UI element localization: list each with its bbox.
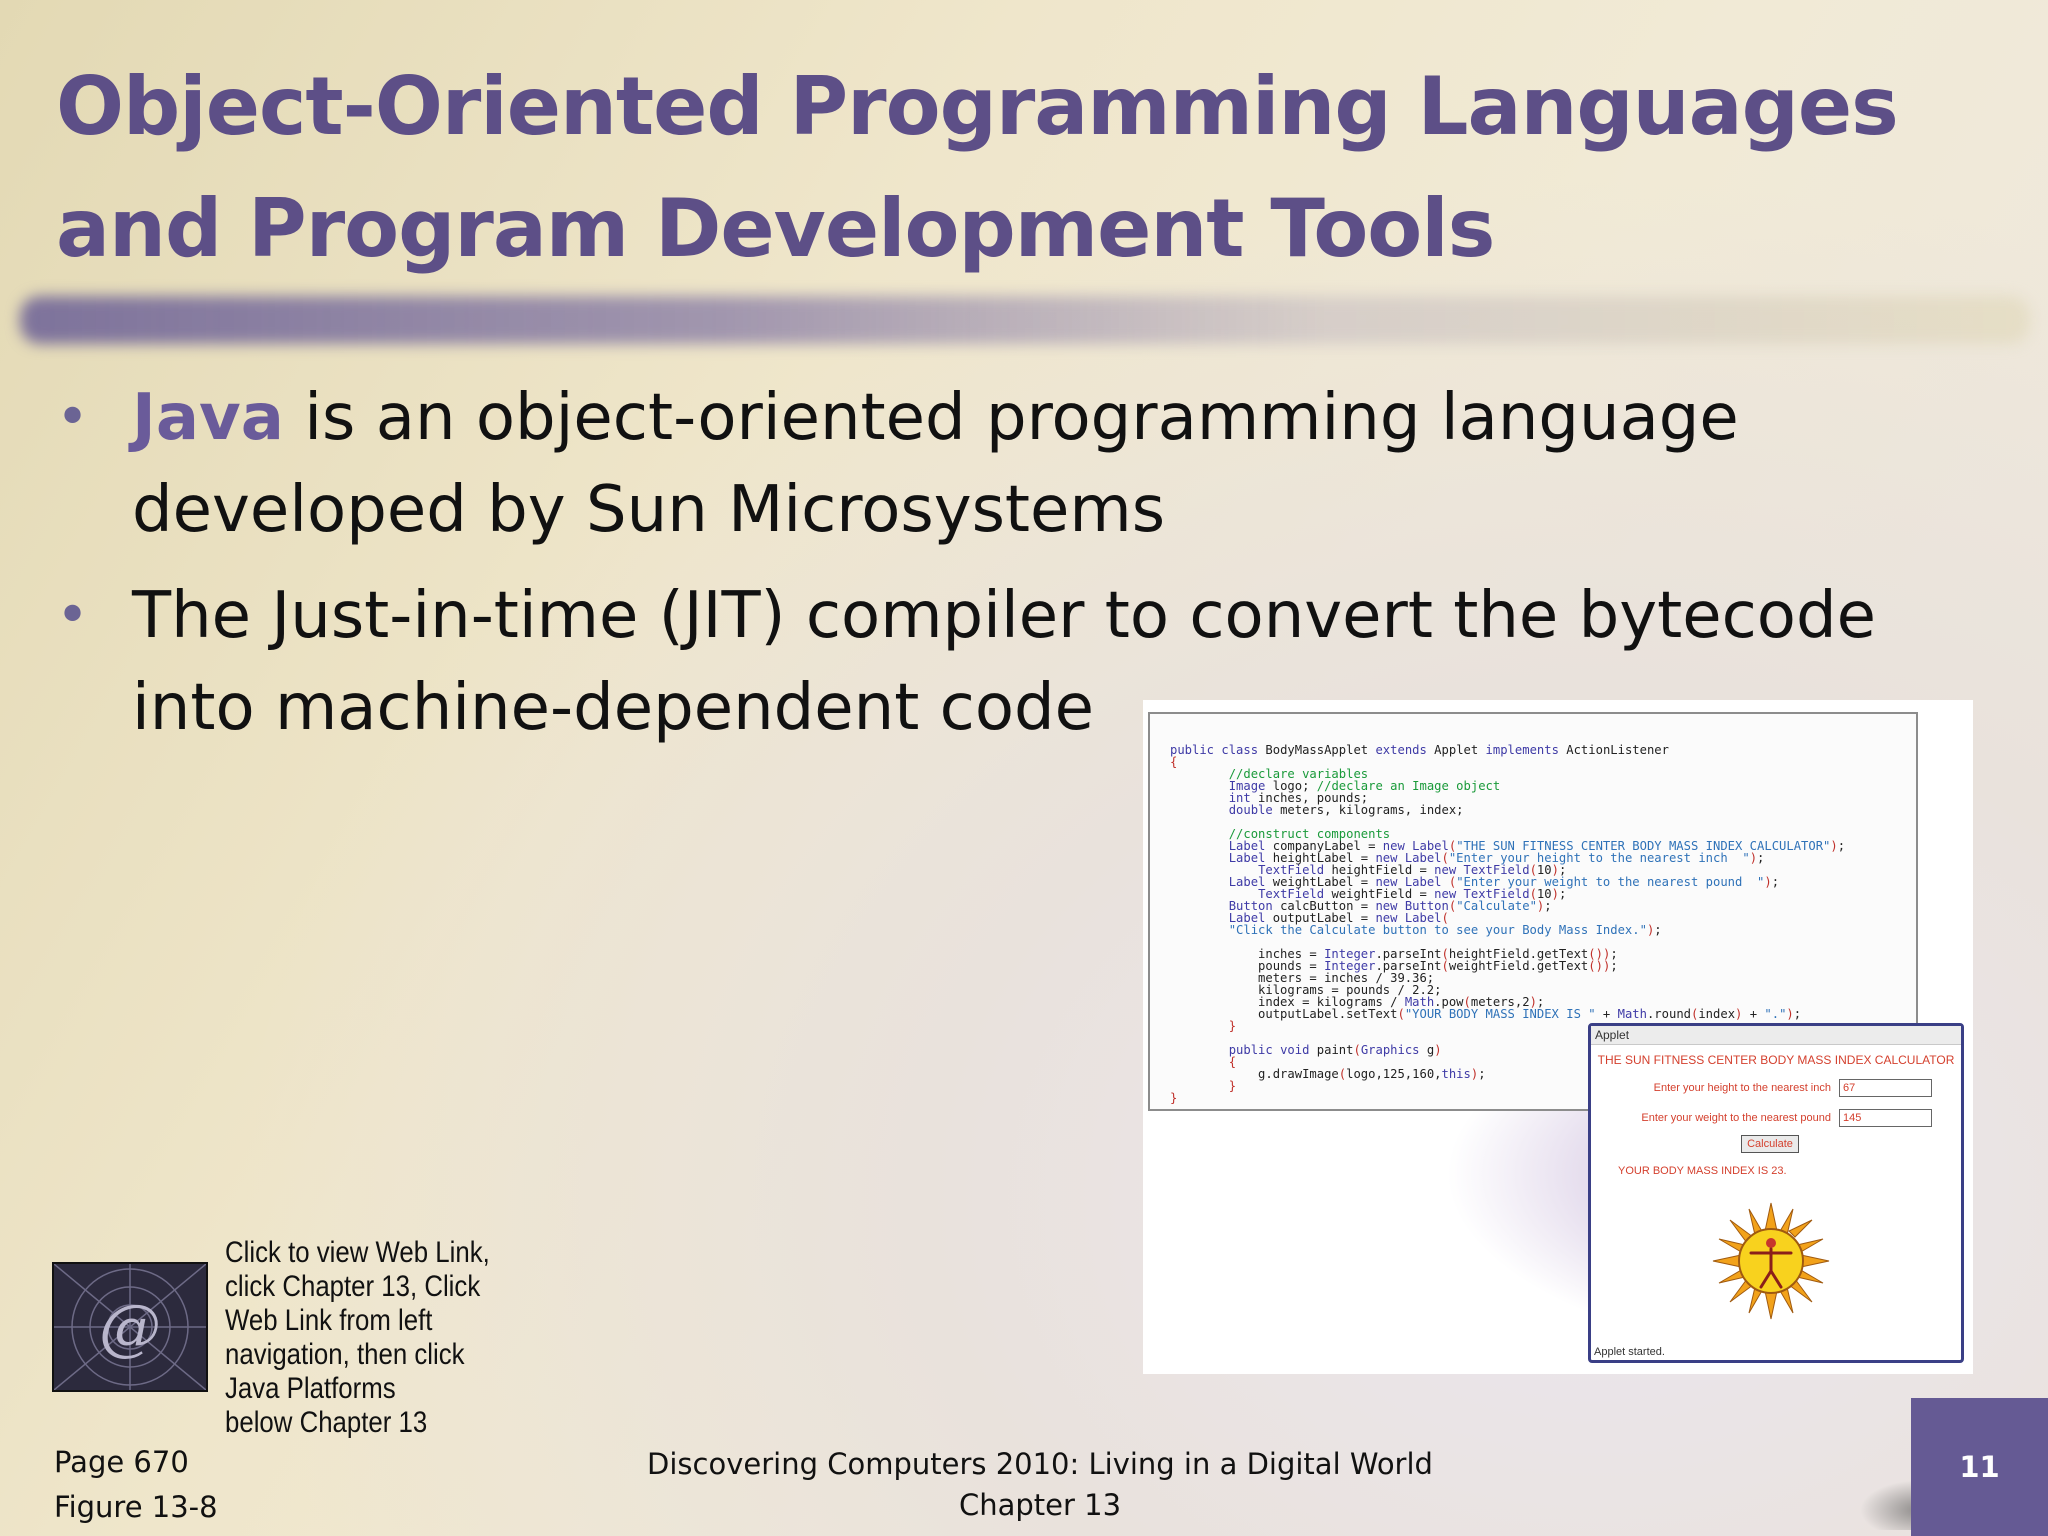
bullet-text: developed by Sun Microsystems (132, 473, 1166, 547)
page-number-text: Page 670 (54, 1445, 189, 1479)
applet-height-row: Enter your height to the nearest inch 67 (1591, 1079, 1961, 1097)
sun-fitness-logo-icon (1712, 1202, 1830, 1320)
weight-label: Enter your weight to the nearest pound (1641, 1112, 1831, 1124)
weight-field[interactable]: 145 (1839, 1109, 1932, 1127)
height-label: Enter your height to the nearest inch (1653, 1082, 1831, 1094)
bullet-list: • Java is an object-oriented programming… (56, 372, 1986, 754)
page-reference: Page 670 Figure 13-8 (54, 1440, 218, 1530)
chapter-label: Chapter 13 (958, 1488, 1122, 1522)
applet-status: Applet started. (1594, 1346, 1665, 1358)
slide-title: Object-Oriented Programming Languages an… (56, 46, 1956, 290)
bullet-text: The Just-in-time (JIT) compiler to conve… (132, 579, 1876, 653)
bullet-text: into machine-dependent code (132, 671, 1094, 745)
web-link-line: navigation, then click (225, 1338, 465, 1371)
bullet-java: • Java is an object-oriented programming… (56, 372, 1986, 556)
height-field[interactable]: 67 (1839, 1079, 1932, 1097)
web-link-line: Click to view Web Link, (225, 1236, 490, 1269)
slide-title-line-2: and Program Development Tools (56, 182, 1495, 275)
bullet-text: is an object-oriented programming langua… (283, 381, 1739, 455)
applet-weight-row: Enter your weight to the nearest pound 1… (1591, 1109, 1961, 1127)
bullet-glyph: • (56, 385, 90, 450)
title-divider (20, 296, 2030, 344)
at-sign-web-icon[interactable]: @ (52, 1262, 208, 1392)
bullet-highlight-java: Java (132, 381, 284, 455)
web-link-line: Java Platforms (225, 1372, 396, 1405)
figure-java-applet: public class BodyMassApplet extends Appl… (1143, 700, 1973, 1374)
svg-text:@: @ (99, 1290, 161, 1363)
slide-title-line-1: Object-Oriented Programming Languages (56, 60, 1899, 153)
applet-window: Applet THE SUN FITNESS CENTER BODY MASS … (1588, 1023, 1964, 1363)
applet-window-title: Applet (1591, 1026, 1961, 1045)
web-link-line: Web Link from left (225, 1304, 433, 1337)
slide-number-badge: 11 (1911, 1398, 2048, 1536)
web-link-line: click Chapter 13, Click (225, 1270, 481, 1303)
web-link-instructions[interactable]: Click to view Web Link, click Chapter 13… (225, 1236, 492, 1440)
web-link-line: below Chapter 13 (225, 1406, 428, 1439)
footer-book-title: Discovering Computers 2010: Living in a … (640, 1444, 1440, 1526)
figure-reference: Figure 13-8 (54, 1490, 218, 1524)
applet-heading: THE SUN FITNESS CENTER BODY MASS INDEX C… (1597, 1053, 1955, 1067)
book-title: Discovering Computers 2010: Living in a … (647, 1447, 1433, 1481)
calculate-button[interactable]: Calculate (1741, 1135, 1799, 1153)
bullet-glyph: • (56, 583, 90, 648)
bmi-result: YOUR BODY MASS INDEX IS 23. (1618, 1165, 1787, 1177)
